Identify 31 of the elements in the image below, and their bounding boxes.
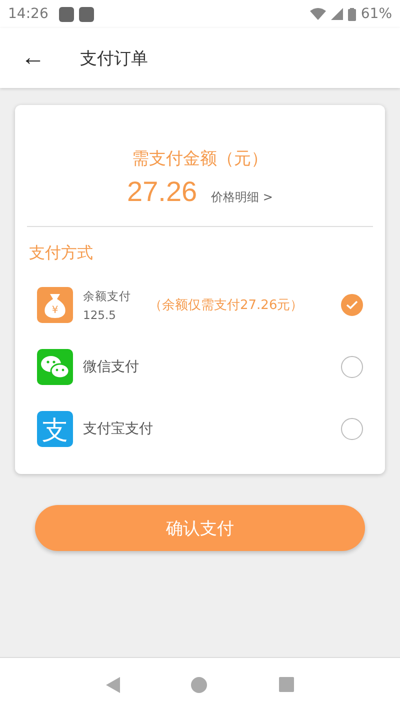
payment-method[interactable]: 微信支付 [27, 336, 373, 398]
balance-amount: 125.5 [83, 308, 117, 322]
amount-label: 需支付金额（元） [131, 148, 269, 170]
radio-button[interactable] [341, 294, 363, 316]
check-icon [346, 300, 358, 310]
status-time: 14:26 [8, 6, 48, 22]
notification-icon [59, 6, 74, 22]
method-name: 余额支付 [83, 288, 131, 304]
payment-method[interactable]: ¥ 余额支付 125.5 （余额仅需支付27.26元） [27, 274, 373, 336]
page-title: 支付订单 [80, 48, 148, 70]
recents-nav-icon[interactable] [279, 677, 294, 692]
wifi-icon [310, 8, 326, 20]
battery-icon [348, 8, 356, 20]
method-name: 微信支付 [83, 358, 139, 376]
price-detail-link[interactable]: 价格明细 > [211, 189, 273, 206]
back-nav-icon[interactable] [106, 676, 120, 692]
alipay-icon: 支 [37, 411, 73, 447]
back-button[interactable]: ← [18, 44, 48, 72]
amount-value: 27.26 [127, 176, 198, 208]
radio-button[interactable] [341, 356, 363, 378]
payment-method[interactable]: 支 支付宝支付 [27, 398, 373, 460]
signal-icon [330, 8, 343, 20]
chat-bubbles-icon [37, 349, 73, 385]
notification-icon [79, 6, 94, 22]
balance-note: （余额仅需支付27.26元） [149, 297, 304, 314]
radio-button[interactable] [341, 418, 363, 440]
money-bag-icon: ¥ [37, 287, 73, 323]
battery-percentage: 61% [360, 6, 392, 22]
home-nav-icon[interactable] [191, 676, 208, 692]
method-name: 支付宝支付 [83, 420, 153, 438]
section-title: 支付方式 [29, 243, 94, 264]
